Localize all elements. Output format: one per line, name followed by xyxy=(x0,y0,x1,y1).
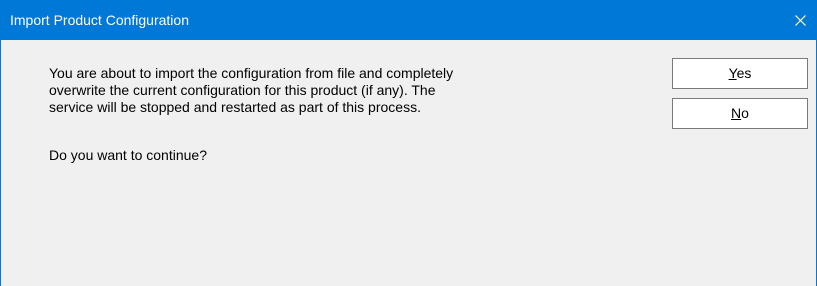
yes-button-mnemonic: Y xyxy=(728,65,737,81)
question-text: Do you want to continue? xyxy=(49,147,207,163)
yes-button[interactable]: Yes xyxy=(672,58,808,89)
dialog-title: Import Product Configuration xyxy=(10,12,189,28)
no-button-mnemonic: N xyxy=(731,105,742,121)
no-button-label: o xyxy=(741,105,749,121)
dialog-content: You are about to import the configuratio… xyxy=(1,40,816,286)
yes-button-label: es xyxy=(736,65,752,81)
no-button[interactable]: No xyxy=(672,98,808,129)
import-config-dialog: Import Product Configuration You are abo… xyxy=(0,0,817,286)
close-button[interactable] xyxy=(776,0,816,40)
close-icon xyxy=(795,15,806,26)
title-bar: Import Product Configuration xyxy=(1,0,816,40)
message-text: You are about to import the configuratio… xyxy=(49,65,454,115)
